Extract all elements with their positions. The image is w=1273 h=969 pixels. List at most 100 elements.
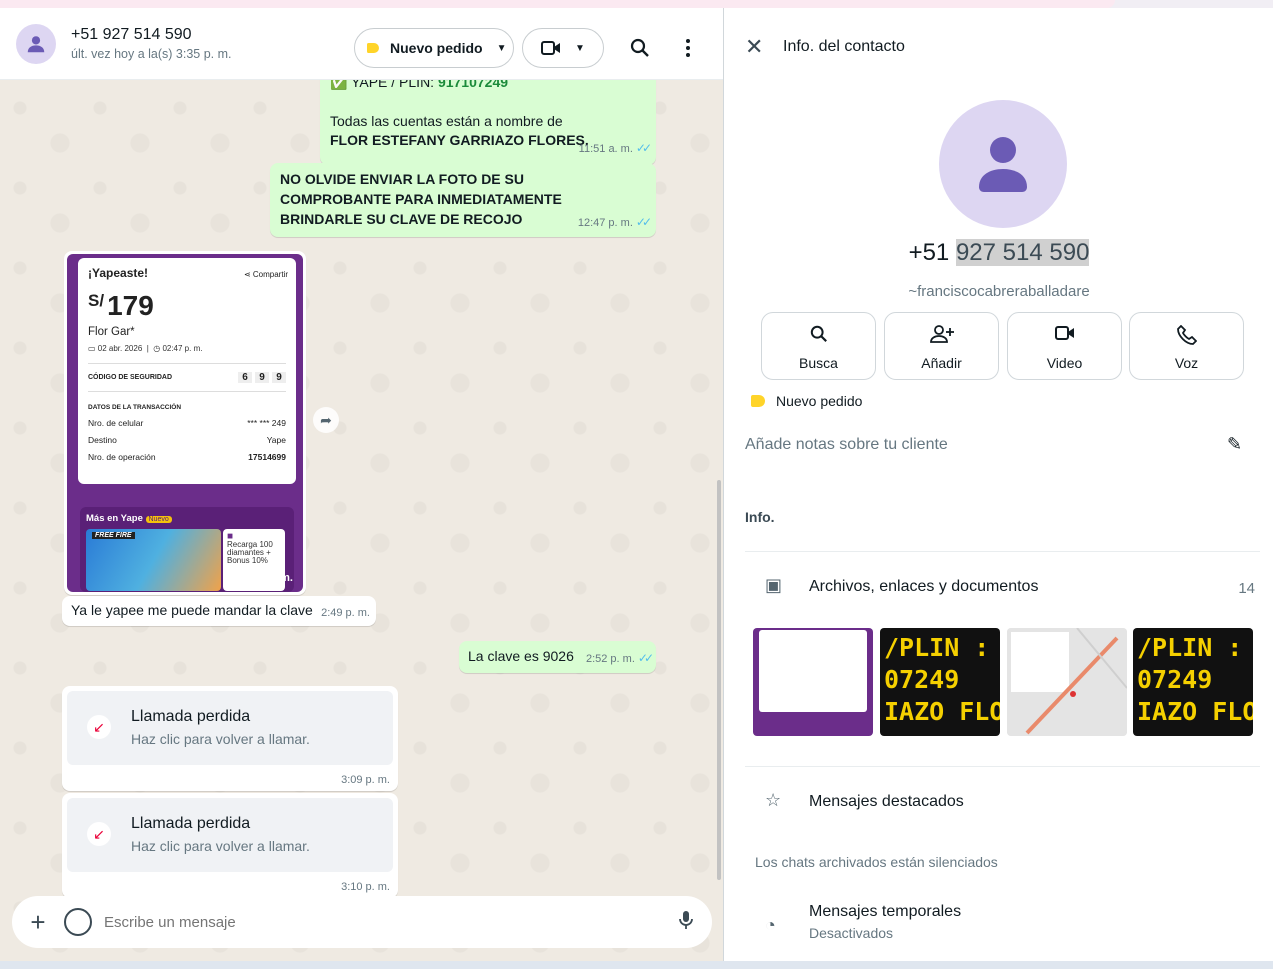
menu-icon[interactable] [676, 36, 700, 60]
contact-label-row[interactable]: Nuevo pedido [751, 393, 862, 409]
promo-game-label: FREE FIRE [92, 532, 135, 539]
message-composer[interactable]: + [12, 896, 712, 948]
digit: 9 [272, 372, 286, 383]
yape-receipt-card: ¡Yapeaste! ⋖ Compartir S/179 Flor Gar* ▭… [78, 258, 296, 484]
message-outgoing[interactable]: NO OLVIDE ENVIAR LA FOTO DE SU COMPROBAN… [270, 163, 656, 237]
label-dropdown-button[interactable]: Nuevo pedido ▼ [354, 28, 514, 68]
media-thumbnail[interactable] [1007, 628, 1127, 736]
starred-messages-row[interactable]: Mensajes destacados [809, 793, 964, 811]
attach-plus-icon[interactable]: + [12, 907, 64, 938]
message-outgoing[interactable]: La clave es 9026 2:52 p. m. ✓✓ [459, 641, 656, 673]
thumb-text: /PLIN : [884, 633, 990, 662]
search-action-button[interactable]: Busca [761, 312, 876, 380]
chat-header-text[interactable]: +51 927 514 590 últ. vez hoy a la(s) 3:3… [71, 26, 232, 61]
divider [745, 551, 1260, 552]
currency: S/ [88, 291, 105, 310]
info-title: Info. del contacto [783, 38, 905, 55]
map-thumbnail-image [1007, 628, 1127, 736]
message-text: Todas las cuentas están a nombre de [330, 113, 563, 129]
detail-key: Nro. de celular [88, 418, 144, 428]
chat-scrollbar[interactable] [716, 88, 722, 903]
star-icon: ☆ [765, 790, 782, 810]
search-icon[interactable] [628, 36, 652, 60]
detail-row: Nro. de operación 17514699 [88, 452, 286, 462]
message-time: 2:49 p. m. [242, 572, 293, 584]
call-subtitle: Haz clic para volver a llamar. [131, 838, 310, 854]
video-icon [541, 41, 561, 55]
missed-call-message[interactable]: ↙ Llamada perdida Haz clic para volver a… [62, 686, 398, 791]
security-code-row: CÓDIGO DE SEGURIDAD 699 [88, 363, 286, 392]
forward-icon[interactable]: ➦ [313, 407, 339, 433]
close-icon[interactable]: ✕ [745, 34, 763, 60]
message-meta: 2:52 p. m. ✓✓ [585, 648, 654, 669]
missed-call-card[interactable]: ↙ Llamada perdida Haz clic para volver a… [67, 798, 393, 872]
detail-key: Destino [88, 435, 117, 445]
media-thumbnail[interactable]: /PLIN : 07249 IAZO FLO [880, 628, 1000, 736]
contact-alias: ~franciscocabreraballadare [908, 283, 1090, 300]
message-time: 2:49 p. m. [321, 607, 370, 619]
action-label: Busca [799, 355, 838, 371]
security-code-label: CÓDIGO DE SEGURIDAD [88, 374, 173, 381]
last-seen: últ. vez hoy a la(s) 3:35 p. m. [71, 47, 232, 61]
sticker-emoji-icon[interactable] [64, 908, 92, 936]
transaction-details-label: DATOS DE LA TRANSACCIÓN [88, 404, 182, 411]
media-thumbnail[interactable] [753, 628, 873, 736]
label-dropdown-text: Nuevo pedido [390, 40, 483, 56]
message-incoming[interactable]: Ya le yapee me puede mandar la clave 2:4… [62, 596, 376, 626]
add-action-button[interactable]: Añadir [884, 312, 999, 380]
archived-note: Los chats archivados están silenciados [755, 854, 998, 870]
message-input[interactable] [104, 913, 660, 931]
contact-avatar[interactable] [16, 23, 56, 64]
chevron-down-icon: ▼ [496, 42, 507, 54]
files-label: Archivos, enlaces y documentos [809, 578, 1039, 595]
scrollbar-thumb[interactable] [717, 480, 721, 880]
chat-header[interactable]: +51 927 514 590 últ. vez hoy a la(s) 3:3… [0, 8, 723, 80]
video-action-button[interactable]: Video [1007, 312, 1122, 380]
disappearing-messages-row[interactable]: Mensajes temporales Desactivados [809, 903, 961, 941]
recipient-name: Flor Gar* [88, 326, 135, 338]
divider [745, 766, 1260, 767]
receipt-time: 02:47 p. m. [162, 344, 203, 353]
share-icon: ⋖ [243, 270, 251, 279]
promo-game-image: FREE FIRE [86, 529, 221, 591]
video-call-dropdown[interactable]: ▼ [522, 28, 604, 68]
yape-amount: S/179 [88, 290, 286, 322]
detail-value: Yape [266, 435, 286, 445]
digit: 9 [255, 372, 269, 383]
files-links-docs-row[interactable]: Archivos, enlaces y documentos 14 [809, 578, 1255, 597]
label-tag-icon [367, 43, 379, 53]
contact-name[interactable]: +51 927 514 590 [71, 26, 232, 44]
message-time: 12:47 p. m. [577, 217, 633, 229]
missed-call-card[interactable]: ↙ Llamada perdida Haz clic para volver a… [67, 691, 393, 765]
timer-icon: ◔ [765, 915, 776, 935]
taskbar-strip [0, 961, 1273, 969]
call-subtitle: Haz clic para volver a llamar. [131, 731, 310, 747]
phone-selected-text[interactable]: 927 514 590 [955, 239, 1090, 266]
contact-avatar-large[interactable] [939, 100, 1067, 228]
message-time: 2:52 p. m. [585, 653, 635, 665]
thumb-text: IAZO FLO [1137, 697, 1253, 726]
voice-action-button[interactable]: Voz [1129, 312, 1244, 380]
thumb-text: IAZO FLO [884, 697, 1000, 726]
notes-placeholder[interactable]: Añade notas sobre tu cliente [745, 436, 948, 454]
chevron-down-icon: ▼ [575, 42, 585, 54]
message-meta: 12:47 p. m. ✓✓ [577, 212, 652, 233]
thumb-text: /PLIN : [1137, 633, 1243, 662]
detail-value: 17514699 [248, 452, 286, 462]
chat-pane: +51 927 514 590 últ. vez hoy a la(s) 3:3… [0, 8, 724, 961]
receipt-datetime: ▭ 02 abr. 2026 | ◷ 02:47 p. m. [88, 344, 203, 353]
security-digits: 699 [235, 372, 286, 383]
missed-call-icon: ↙ [87, 822, 111, 846]
info-header: ✕ Info. del contacto [725, 8, 1273, 88]
double-check-icon: ✓✓ [637, 651, 654, 665]
microphone-icon[interactable] [660, 910, 712, 935]
message-time: 3:10 p. m. [341, 881, 390, 893]
phone-icon [1130, 324, 1243, 351]
missed-call-message[interactable]: ↙ Llamada perdida Haz clic para volver a… [62, 793, 398, 898]
image-message-receipt[interactable]: ¡Yapeaste! ⋖ Compartir S/179 Flor Gar* ▭… [64, 251, 306, 595]
pencil-icon[interactable]: ✎ [1227, 434, 1242, 455]
thumb-receipt-card [759, 630, 867, 712]
message-time: 3:09 p. m. [341, 774, 390, 786]
media-thumbnail[interactable]: /PLIN : 07249 IAZO FLO [1133, 628, 1253, 736]
phone-prefix: +51 [908, 239, 956, 266]
